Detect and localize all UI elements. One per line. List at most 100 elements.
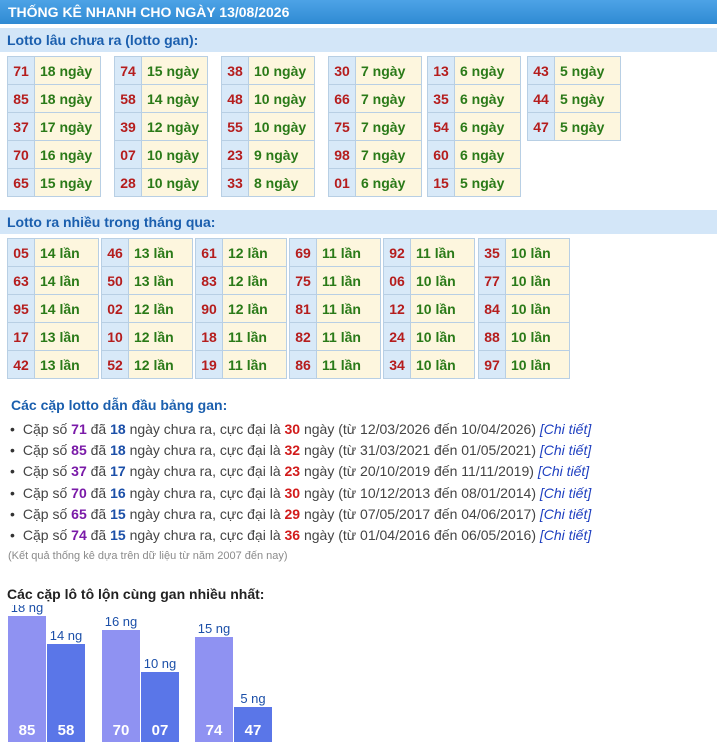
frequent-row: 84 10 lần [478,294,570,323]
bar-category-label: 47 [245,722,262,739]
lotto-number: 05 [7,238,35,267]
summary-text: ngày chưa ra, cực đại là [129,526,281,543]
summary-text: ngày chưa ra, cực đại là [129,484,281,501]
lotto-number: 97 [478,350,506,379]
summary-text: đến [434,484,458,501]
pair-number: 71 [71,421,87,437]
summary-text: đã [90,442,107,459]
frequent-row: 90 12 lần [195,294,287,323]
lotto-number: 23 [221,140,249,169]
frequent-row: 05 14 lần [7,238,99,267]
gan-row: 65 15 ngày [7,168,101,197]
frequent-row: 17 13 lần [7,322,99,351]
summary-item: • Cặp số 37 đã 17 ngày chưa ra, cực đại l… [10,463,590,480]
to-date: 04/06/2017 [461,505,532,522]
times-count: 11 lần [410,238,475,267]
frequent-row: 06 10 lần [383,266,475,295]
chart-title: Các cặp lô tô lộn cùng gan nhiều nhất: [7,586,265,602]
summary-text: đến [434,421,458,437]
times-count: 11 lần [222,350,287,379]
frequent-row: 19 11 lần [195,350,287,379]
from-date: 31/03/2021 [360,442,431,459]
bullet: • [10,442,15,459]
times-count: 13 lần [34,350,99,379]
gan-section-title: Lotto lâu chưa ra (lotto gan): [0,28,717,52]
times-count: 10 lần [410,322,475,351]
bar-value-label: 14 ng [50,628,83,643]
lotto-number: 83 [195,266,223,295]
frequent-row: 52 12 lần [101,350,193,379]
detail-link[interactable]: [Chi tiết] [538,463,589,479]
frequent-table: 92 11 lần 06 10 lần 12 10 lần 24 10 lần 34 10 lần [383,238,475,379]
times-count: 11 lần [316,294,381,323]
max-days: 36 [284,526,301,543]
times-count: 11 lần [316,322,381,351]
bar-value-label: 18 ng [11,605,44,615]
lotto-number: 38 [221,56,249,85]
summary-text: đến [434,526,458,543]
current-days: 17 [110,463,126,480]
lotto-number: 30 [328,56,356,85]
summary-text: đến [434,505,458,522]
lotto-number: 15 [427,168,455,197]
detail-link[interactable]: [Chi tiết] [540,506,591,522]
gan-row: 70 16 ngày [7,140,101,169]
summary-text: ngày (từ [303,484,357,501]
bullet: • [10,421,15,437]
days-count: 5 ngày [554,84,621,113]
days-count: 5 ngày [554,56,621,85]
summary-text: ngày (từ [303,463,357,480]
lotto-number: 88 [478,322,506,351]
detail-link[interactable]: [Chi tiết] [540,527,591,543]
gan-row: 35 6 ngày [427,84,521,113]
lotto-number: 90 [195,294,223,323]
days-count: 10 ngày [141,140,208,169]
detail-link[interactable]: [Chi tiết] [540,442,591,458]
max-days: 30 [284,484,301,501]
detail-link[interactable]: [Chi tiết] [540,421,591,437]
summary-text: Cặp số [22,526,68,543]
to-date: 06/05/2016 [461,526,532,543]
lotto-number: 28 [114,168,142,197]
gan-row: 15 5 ngày [427,168,521,197]
pair-number: 65 [71,505,87,522]
max-days: 32 [284,442,301,459]
times-count: 11 lần [316,266,381,295]
bar-value-label: 5 ng [240,691,265,706]
bar-value-label: 16 ng [105,614,138,629]
summary-text: Cặp số [22,442,68,459]
current-days: 18 [110,421,126,437]
summary-text: ngày chưa ra, cực đại là [129,442,281,459]
times-count: 14 lần [34,294,99,323]
days-count: 6 ngày [454,56,521,85]
summary-text: ngày chưa ra, cực đại là [129,421,281,437]
lotto-number: 19 [195,350,223,379]
gan-row: 48 10 ngày [221,84,315,113]
gan-row: 30 7 ngày [328,56,422,85]
detail-link[interactable]: [Chi tiết] [540,485,591,501]
summary-text: ngày (từ [303,421,357,437]
summary-text: đã [90,505,107,522]
gan-grid: 71 18 ngày 85 18 ngày 37 17 ngày 70 16 ngày 65 15… [0,56,717,210]
summary-text: đến [434,442,458,459]
gan-row: 13 6 ngày [427,56,521,85]
times-count: 10 lần [505,266,570,295]
times-count: 11 lần [222,322,287,351]
lotto-number: 60 [427,140,455,169]
lotto-number: 71 [7,56,35,85]
lotto-number: 70 [7,140,35,169]
days-count: 15 ngày [141,56,208,85]
lotto-number: 33 [221,168,249,197]
lotto-number: 63 [7,266,35,295]
days-count: 7 ngày [355,84,422,113]
bullet: • [10,505,15,522]
summary-text: đã [90,463,107,480]
frequent-row: 82 11 lần [289,322,381,351]
times-count: 11 lần [316,238,381,267]
lotto-number: 98 [328,140,356,169]
gan-table: 38 10 ngày 48 10 ngày 55 10 ngày 23 9 ngày 33 8 n… [221,56,315,197]
max-days: 29 [284,505,301,522]
frequent-table: 35 10 lần 77 10 lần 84 10 lần 88 10 lần 97 10 lần [478,238,570,379]
gan-row: 85 18 ngày [7,84,101,113]
bullet: • [10,484,15,501]
